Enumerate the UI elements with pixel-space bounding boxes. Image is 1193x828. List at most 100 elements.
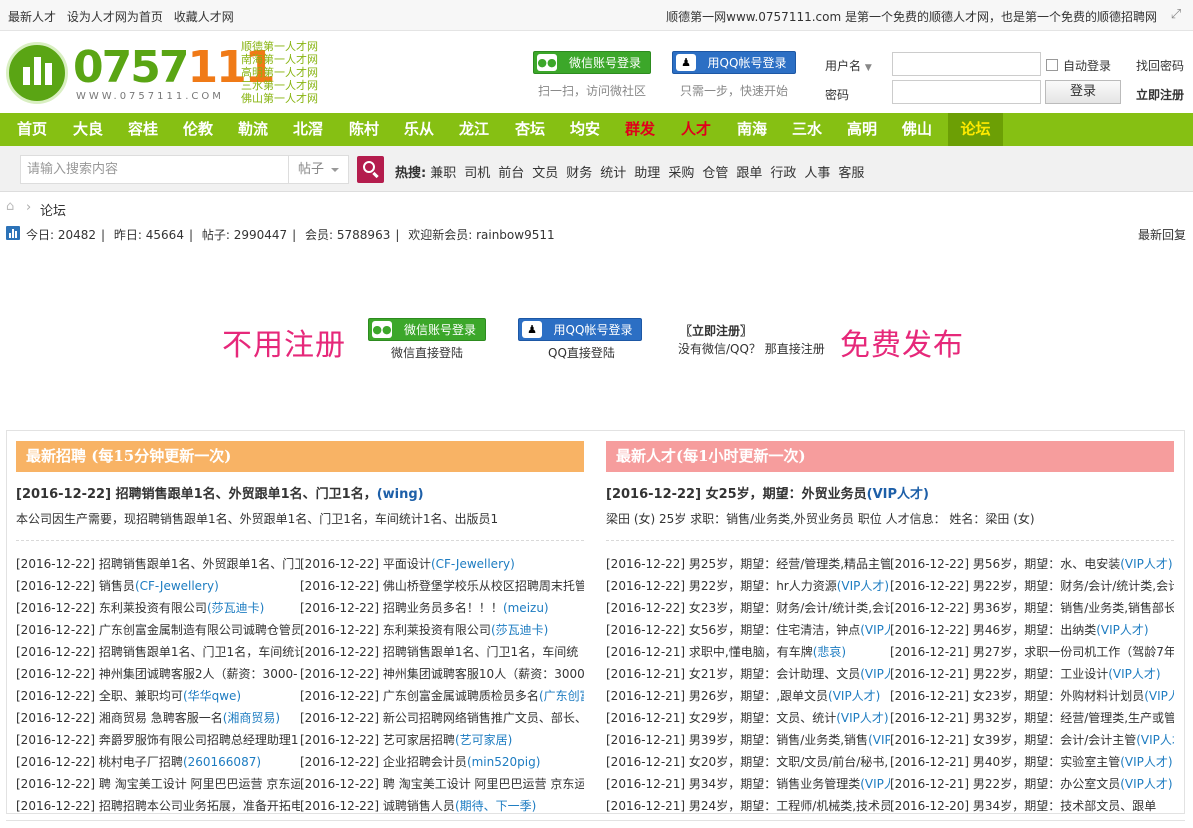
nav-item[interactable]: 均安	[563, 113, 607, 146]
nav-item[interactable]: 首页	[10, 113, 54, 146]
list-item-tag[interactable]: (VIP人才)	[837, 579, 889, 593]
list-item-tag[interactable]: (VIP人才)	[860, 623, 890, 637]
jobs-title[interactable]: 最新招聘 (每15分钟更新一次)	[16, 441, 584, 472]
list-item[interactable]: [2016-12-22] 奔爵罗服饰有限公司招聘总经理助理1	[16, 729, 300, 751]
hot-search-word[interactable]: 统计	[600, 166, 626, 181]
hot-search-word[interactable]: 前台	[498, 166, 524, 181]
search-type-select[interactable]: 帖子	[288, 155, 349, 184]
list-item-tag[interactable]: (VIP人才)	[1136, 733, 1174, 747]
list-item[interactable]: [2016-12-22] 东利莱投资有限公司(莎瓦迪卡)	[16, 597, 300, 619]
top-link-bookmark[interactable]: 收藏人才网	[174, 10, 234, 24]
list-item[interactable]: [2016-12-21] 女21岁，期望：会计助理、文员(VIP人才)	[606, 663, 890, 685]
list-item-tag[interactable]: (CF-Jewellery)	[135, 579, 219, 593]
wechat-login-button[interactable]: ●● 微信账号登录	[533, 51, 651, 74]
hot-search-word[interactable]: 文员	[532, 166, 558, 181]
list-item-tag[interactable]: (艺可家居)	[455, 733, 512, 747]
banner-register-link[interactable]: 〖立即注册〗	[680, 322, 752, 340]
nav-item[interactable]: 北滘	[286, 113, 330, 146]
list-item-tag[interactable]: (VIP人才)	[1120, 557, 1172, 571]
nav-item[interactable]: 大良	[66, 113, 110, 146]
list-item[interactable]: [2016-12-21] 男22岁，期望：工业设计(VIP人才)	[890, 663, 1174, 685]
list-item-tag[interactable]: (VIP人才)	[828, 689, 880, 703]
nav-item[interactable]: 乐从	[397, 113, 441, 146]
hot-search-word[interactable]: 助理	[634, 166, 660, 181]
username-input[interactable]	[892, 52, 1041, 76]
list-item[interactable]: [2016-12-21] 求职中,懂电脑，有车牌(悲哀)	[606, 641, 890, 663]
list-item-tag[interactable]: (VIP人才)	[1096, 623, 1148, 637]
list-item[interactable]: [2016-12-22] 神州集团诚聘客服10人（薪资：3000-	[300, 663, 584, 685]
hot-search-word[interactable]: 人事	[804, 166, 830, 181]
nav-item[interactable]: 伦教	[176, 113, 220, 146]
nav-item[interactable]: 高明	[840, 113, 884, 146]
qq-login-button[interactable]: ♟ 用QQ帐号登录	[672, 51, 796, 74]
list-item[interactable]: [2016-12-22] 新公司招聘网络销售推广文员、部长、	[300, 707, 584, 729]
list-item[interactable]: [2016-12-22] 女56岁，期望：住宅清洁，钟点(VIP人才)	[606, 619, 890, 641]
list-item[interactable]: [2016-12-21] 男40岁，期望：实验室主管(VIP人才)	[890, 751, 1174, 773]
logo-icon[interactable]	[6, 42, 68, 104]
username-label[interactable]: 用户名 ▼	[825, 57, 872, 74]
list-item[interactable]: [2016-12-21] 男26岁，期望：,跟单文员(VIP人才)	[606, 685, 890, 707]
list-item[interactable]: [2016-12-22] 销售员(CF-Jewellery)	[16, 575, 300, 597]
list-item-tag[interactable]: (VIP人才)	[836, 711, 888, 725]
hot-search-word[interactable]: 仓管	[702, 166, 728, 181]
list-item[interactable]: [2016-12-22] 聘 淘宝美工设计 阿里巴巴运营 京东运营	[300, 773, 584, 795]
list-item-tag[interactable]: (VIP人才)	[860, 667, 890, 681]
list-item[interactable]: [2016-12-22] 聘 淘宝美工设计 阿里巴巴运营 京东运营	[16, 773, 300, 795]
list-item[interactable]: [2016-12-22] 诚聘销售人员(期待、下一季)	[300, 795, 584, 817]
stat-welcome[interactable]: 欢迎新会员: rainbow9511	[408, 228, 554, 242]
nav-item[interactable]: 勒流	[231, 113, 275, 146]
list-item[interactable]: [2016-12-22] 招聘销售跟单1名、外贸跟单1名、门卫1名	[16, 553, 300, 575]
hot-search-word[interactable]: 客服	[838, 166, 864, 181]
talents-title[interactable]: 最新人才(每1小时更新一次)	[606, 441, 1174, 472]
list-item[interactable]: [2016-12-21] 男27岁，求职一份司机工作（驾龄7年	[890, 641, 1174, 663]
list-item-tag[interactable]: (VIP人才)	[1120, 777, 1172, 791]
list-item-tag[interactable]: (VIP人才)	[1108, 667, 1160, 681]
expand-icon[interactable]: ⤢	[1168, 7, 1184, 23]
search-button[interactable]	[357, 156, 384, 183]
list-item-tag[interactable]: (华华qwe)	[183, 689, 241, 703]
nav-item[interactable]: 陈村	[342, 113, 386, 146]
list-item-tag[interactable]: (莎瓦迪卡)	[491, 623, 548, 637]
list-item[interactable]: [2016-12-22] 佛山桥登堡学校乐从校区招聘周末托管	[300, 575, 584, 597]
hot-search-word[interactable]: 司机	[464, 166, 490, 181]
hot-search-word[interactable]: 行政	[770, 166, 796, 181]
list-item[interactable]: [2016-12-22] 男46岁，期望：出纳类(VIP人才)	[890, 619, 1174, 641]
list-item-tag[interactable]: (莎瓦迪卡)	[207, 601, 264, 615]
list-item[interactable]: [2016-12-21] 女39岁，期望：会计/会计主管(VIP人才)	[890, 729, 1174, 751]
list-item[interactable]: [2016-12-20] 男34岁，期望：技术部文员、跟单	[890, 795, 1174, 817]
list-item[interactable]: [2016-12-22] 男36岁，期望：销售/业务类,销售部长	[890, 597, 1174, 619]
list-item[interactable]: [2016-12-22] 女23岁，期望：财务/会计/统计类,会计	[606, 597, 890, 619]
list-item[interactable]: [2016-12-21] 男32岁，期望：经营/管理类,生产或管理	[890, 707, 1174, 729]
list-item[interactable]: [2016-12-21] 男39岁，期望：销售/业务类,销售(VIP人才)	[606, 729, 890, 751]
list-item-tag[interactable]: (VIP人才)	[868, 733, 890, 747]
list-item[interactable]: [2016-12-22] 神州集团诚聘客服2人（薪资：3000-	[16, 663, 300, 685]
list-item[interactable]: [2016-12-22] 企业招聘会计员(min520pig)	[300, 751, 584, 773]
nav-item[interactable]: 龙江	[452, 113, 496, 146]
list-item[interactable]: [2016-12-21] 男24岁，期望：工程师/机械类,技术员	[606, 795, 890, 817]
jobs-featured-title[interactable]: [2016-12-22] 招聘销售跟单1名、外贸跟单1名、门卫1名，(wing)	[16, 483, 584, 502]
nav-item[interactable]: 群发	[618, 113, 662, 146]
list-item-tag[interactable]: (期待、下一季)	[455, 799, 536, 813]
breadcrumb-current[interactable]: 论坛	[40, 200, 66, 219]
list-item[interactable]: [2016-12-22] 男56岁，期望：水、电安装(VIP人才)	[890, 553, 1174, 575]
auto-login-label[interactable]: 自动登录	[1063, 57, 1111, 74]
list-item-tag[interactable]: (260166087)	[183, 755, 261, 769]
list-item-tag[interactable]: (广东创富)	[539, 689, 584, 703]
top-link-latest-talent[interactable]: 最新人才	[8, 10, 56, 24]
nav-item[interactable]: 论坛	[948, 113, 1003, 146]
hot-search-word[interactable]: 采购	[668, 166, 694, 181]
nav-item[interactable]: 佛山	[895, 113, 939, 146]
list-item[interactable]: [2016-12-22] 男22岁，期望：hr人力资源(VIP人才)	[606, 575, 890, 597]
banner-qq-login-button[interactable]: ♟ 用QQ帐号登录	[518, 318, 642, 341]
list-item-tag[interactable]: (VIP人才)	[1144, 689, 1174, 703]
list-item[interactable]: [2016-12-22] 招聘业务员多名！！！(meizu)	[300, 597, 584, 619]
list-item[interactable]: [2016-12-22] 全职、兼职均可(华华qwe)	[16, 685, 300, 707]
list-item-tag[interactable]: (meizu)	[503, 601, 549, 615]
hot-search-word[interactable]: 财务	[566, 166, 592, 181]
hot-search-word[interactable]: 兼职	[430, 166, 456, 181]
list-item-tag[interactable]: (VIP人才)	[1120, 755, 1172, 769]
nav-item[interactable]: 容桂	[121, 113, 165, 146]
list-item[interactable]: [2016-12-22] 艺可家居招聘(艺可家居)	[300, 729, 584, 751]
nav-item[interactable]: 三水	[785, 113, 829, 146]
list-item[interactable]: [2016-12-22] 招聘销售跟单1名、门卫1名，车间统计	[16, 641, 300, 663]
